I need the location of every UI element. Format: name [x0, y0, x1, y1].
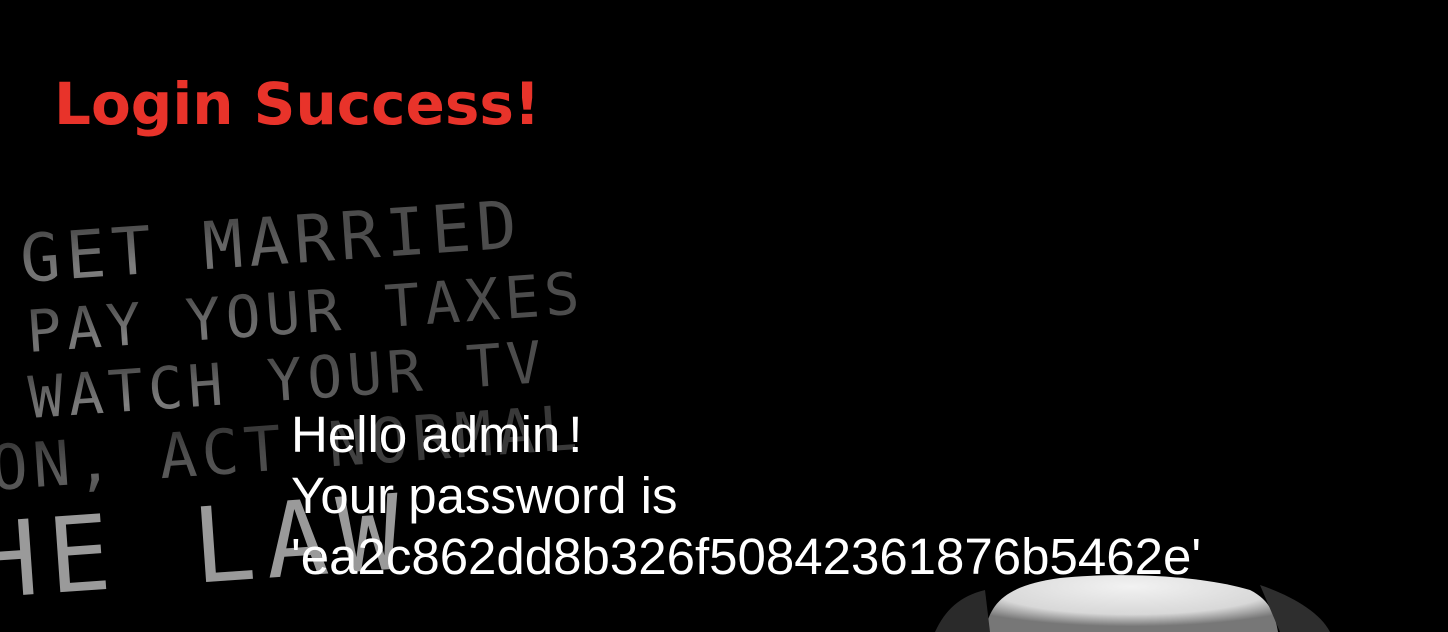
login-success-heading: Login Success! — [54, 70, 541, 138]
stencil-line: GET MARRIED — [18, 186, 525, 298]
stencil-line: PAY YOUR TAXES — [24, 259, 586, 366]
background-dark-edge — [1260, 585, 1330, 632]
greeting-line: Hello admin! — [291, 404, 1201, 465]
greeting-text: Hello admin — [291, 406, 561, 463]
welcome-message: Hello admin! Your password is 'ea2c862dd… — [291, 404, 1201, 587]
greeting-exclamation: ! — [568, 406, 583, 463]
background-dark-edge — [935, 590, 990, 632]
login-success-page: GET MARRIED PAY YOUR TAXES WATCH YOUR TV… — [0, 0, 1448, 632]
password-value: 'ea2c862dd8b326f50842361876b5462e' — [291, 528, 1202, 585]
password-label: Your password is — [291, 467, 678, 524]
